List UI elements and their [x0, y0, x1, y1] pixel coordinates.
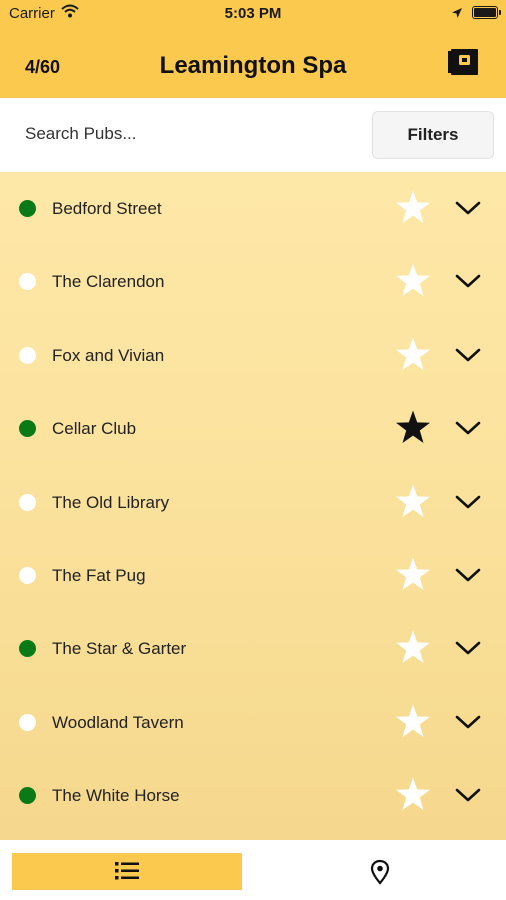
status-dot: [19, 640, 36, 658]
favorite-star-icon[interactable]: [394, 409, 432, 447]
nav-header: Carrier 5:03 PM 4/60 Leamington Spa: [0, 0, 506, 98]
pub-name: Bedford Street: [52, 199, 162, 218]
pub-name: The Clarendon: [52, 272, 165, 292]
book-menu-icon[interactable]: [446, 46, 482, 78]
chevron-down-icon[interactable]: [454, 637, 482, 659]
pub-name: The Star & Garter: [52, 639, 187, 659]
chevron-down-icon[interactable]: [454, 784, 482, 806]
chevron-down-icon[interactable]: [454, 711, 482, 733]
status-dot: [19, 273, 36, 291]
list-item[interactable]: Woodland Tavern: [0, 686, 506, 759]
status-dot: [19, 787, 36, 805]
battery-icon: [472, 6, 498, 19]
pub-name: Fox and Vivian: [52, 345, 165, 365]
status-dot: [19, 713, 36, 731]
status-dot: [19, 346, 36, 364]
favorite-star-icon[interactable]: [394, 262, 432, 300]
search-input[interactable]: [12, 112, 360, 156]
favorite-star-icon[interactable]: [394, 483, 432, 521]
favorite-star-icon[interactable]: [394, 556, 432, 594]
list-item[interactable]: The White Horse: [0, 759, 506, 832]
chevron-down-icon[interactable]: [454, 564, 482, 586]
favorite-star-icon[interactable]: [394, 189, 432, 227]
location-arrow-icon: [451, 6, 463, 23]
chevron-down-icon[interactable]: [454, 417, 482, 439]
chevron-down-icon[interactable]: [454, 491, 482, 513]
page-title: Leamington Spa: [159, 52, 347, 79]
favorite-star-icon[interactable]: [394, 703, 432, 741]
status-dot: [19, 567, 36, 584]
status-dot: [19, 200, 36, 217]
pub-name: The Old Library: [52, 492, 170, 512]
status-dot: [19, 420, 36, 438]
status-time: 5:03 PM: [224, 5, 282, 22]
pub-name: The White Horse: [52, 786, 180, 806]
status-dot: [19, 493, 36, 511]
favorite-star-icon[interactable]: [394, 629, 432, 667]
chevron-down-icon[interactable]: [454, 344, 482, 366]
favorite-star-icon[interactable]: [394, 776, 432, 814]
list-item[interactable]: The Clarendon: [0, 245, 506, 318]
tab-map[interactable]: [264, 853, 494, 890]
chevron-down-icon[interactable]: [454, 197, 482, 219]
list-item[interactable]: Cellar Club: [0, 392, 506, 465]
battery-tip: [499, 10, 501, 15]
map-pin-icon: [370, 859, 390, 885]
list-item[interactable]: The Fat Pug: [0, 539, 506, 612]
pub-name: Cellar Club: [52, 419, 137, 439]
filters-button[interactable]: Filters: [372, 111, 494, 159]
list-icon: [115, 862, 139, 880]
list-item[interactable]: The Star & Garter: [0, 612, 506, 685]
list-item[interactable]: The Old Library: [0, 466, 506, 539]
list-item[interactable]: Fox and Vivian: [0, 319, 506, 392]
pub-name: The Fat Pug: [52, 566, 146, 585]
pub-name: Woodland Tavern: [52, 712, 184, 732]
favorite-star-icon[interactable]: [394, 336, 432, 374]
pub-list: Bedford Street The Clarendon Fox and Vivia…: [0, 172, 506, 840]
status-bar: Carrier 5:03 PM: [0, 0, 506, 28]
tab-list[interactable]: [12, 853, 242, 890]
chevron-down-icon[interactable]: [454, 270, 482, 292]
list-item[interactable]: Bedford Street: [0, 172, 506, 245]
